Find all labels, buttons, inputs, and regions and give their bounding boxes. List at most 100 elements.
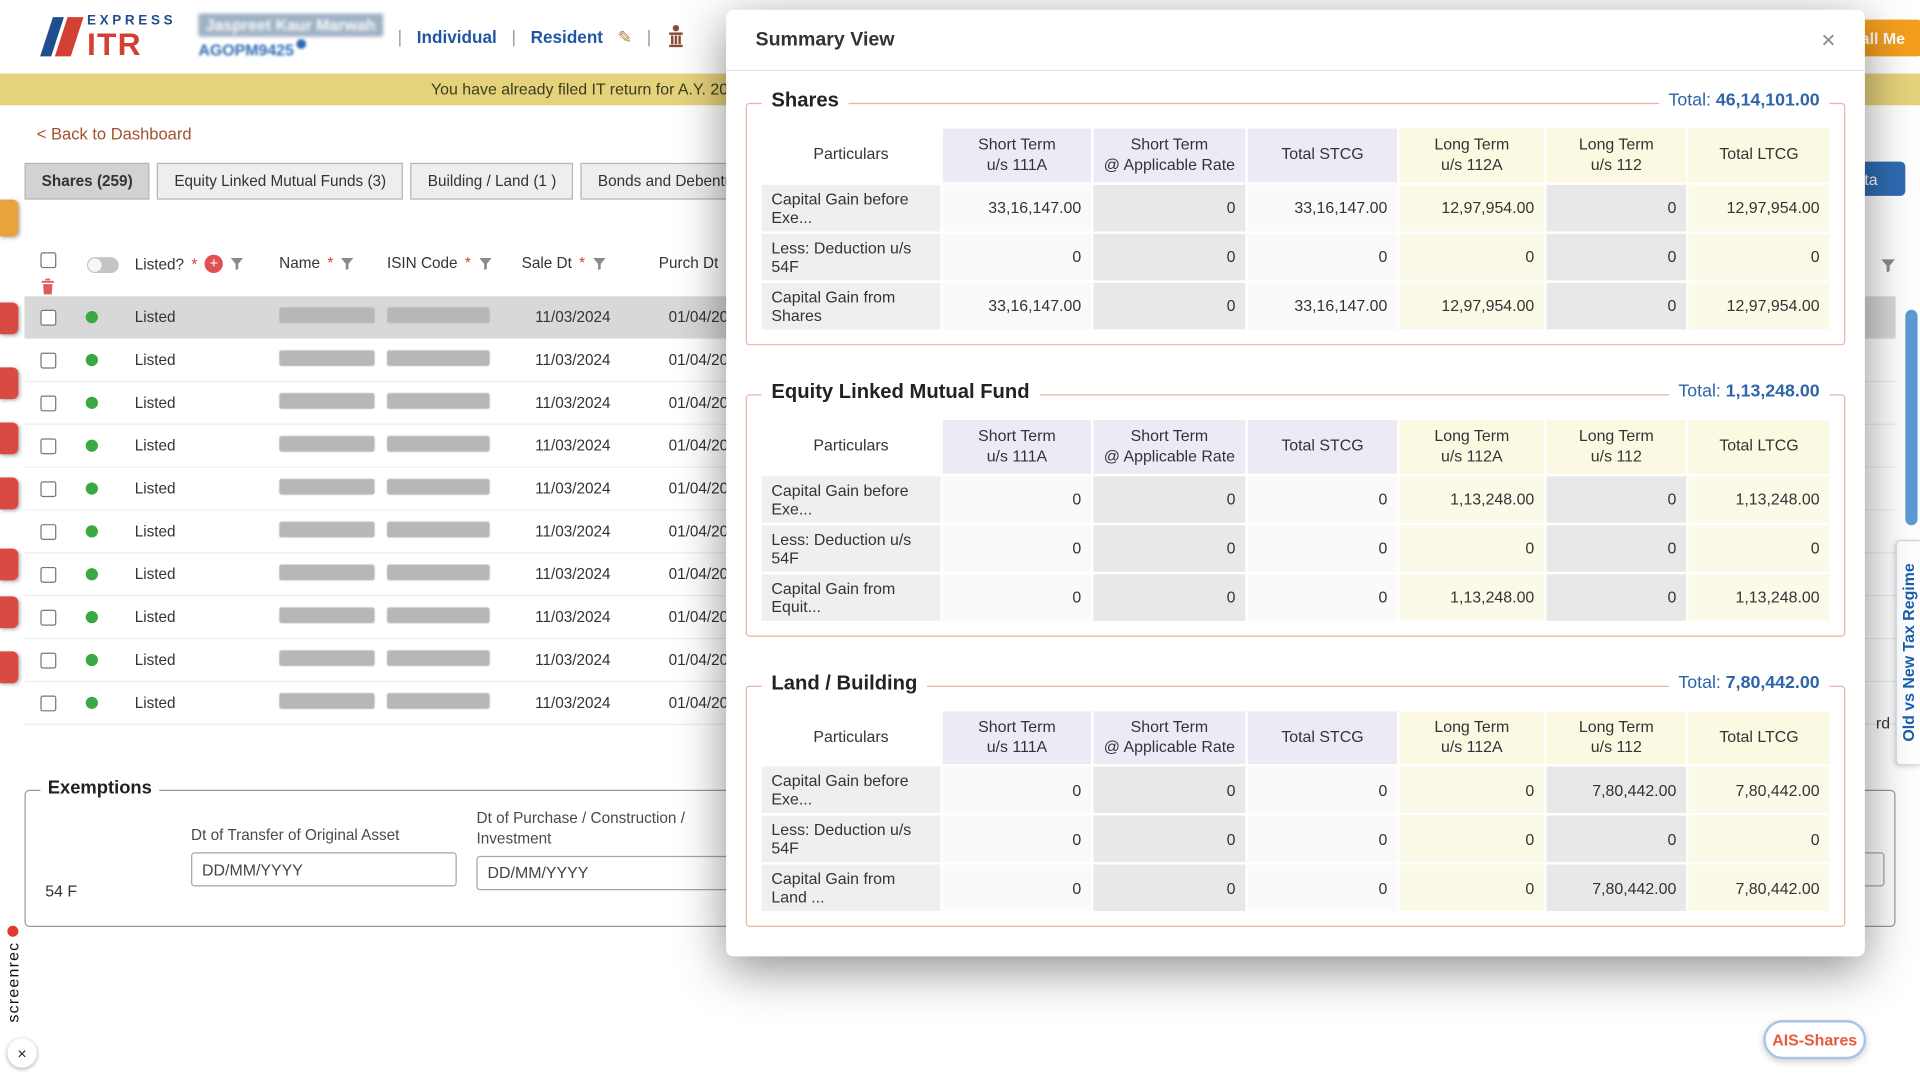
listed-cell: Listed bbox=[135, 394, 279, 411]
back-to-dashboard-link[interactable]: < Back to Dashboard bbox=[37, 125, 192, 143]
summary-row: Capital Gain before Exe... 0 0 0 0 7,80,… bbox=[760, 766, 1830, 815]
summary-row: Capital Gain from Land ... 0 0 0 0 7,80,… bbox=[760, 864, 1830, 913]
row-checkbox[interactable] bbox=[40, 309, 56, 325]
redacted-name bbox=[279, 479, 375, 495]
section-title: Shares bbox=[762, 89, 849, 112]
col-total-stcg: Total STCG bbox=[1247, 710, 1399, 766]
row-checkbox[interactable] bbox=[40, 652, 56, 668]
scrollbar-thumb[interactable] bbox=[1905, 310, 1917, 526]
side-tool-icon[interactable] bbox=[0, 422, 18, 454]
row-checkbox[interactable] bbox=[40, 523, 56, 539]
redacted-isin bbox=[387, 650, 490, 666]
row-checkbox[interactable] bbox=[40, 438, 56, 454]
sale-date-cell: 11/03/2024 bbox=[522, 351, 659, 368]
redacted-name bbox=[279, 564, 375, 580]
close-icon[interactable]: × bbox=[1821, 28, 1835, 52]
section-equity-linked-mutual-fund: Equity Linked Mutual Fund Total: 1,13,24… bbox=[746, 394, 1846, 636]
purchase-date-input[interactable] bbox=[477, 856, 743, 890]
user-block: Jaspreet Kaur Marwah AGOPM9425 bbox=[198, 14, 383, 60]
section-54f-label: 54 F bbox=[45, 882, 77, 900]
record-dot-icon bbox=[7, 926, 18, 937]
row-particulars: Less: Deduction u/s 54F bbox=[760, 524, 941, 573]
section-shares: Shares Total: 46,14,101.00 Particulars S… bbox=[746, 103, 1846, 345]
screenrec-watermark: screenrec bbox=[1, 926, 23, 1023]
row-checkbox[interactable] bbox=[40, 352, 56, 368]
tab-building-land[interactable]: Building / Land (1 ) bbox=[411, 163, 574, 200]
listed-cell: Listed bbox=[135, 523, 279, 540]
section-total: Total: 7,80,442.00 bbox=[1669, 673, 1830, 693]
col-total-stcg: Total STCG bbox=[1247, 127, 1399, 183]
assessee-type-label: Individual bbox=[417, 27, 497, 47]
summary-row: Capital Gain before Exe... 33,16,147.00 … bbox=[760, 183, 1830, 232]
sale-date-cell: 11/03/2024 bbox=[522, 394, 659, 411]
redacted-name bbox=[279, 693, 375, 709]
listed-cell: Listed bbox=[135, 437, 279, 454]
status-dot-icon bbox=[86, 440, 98, 452]
listed-cell: Listed bbox=[135, 694, 279, 711]
logo-itr-text: ITR bbox=[87, 28, 176, 60]
row-checkbox[interactable] bbox=[40, 566, 56, 582]
redacted-name bbox=[279, 522, 375, 538]
row-checkbox[interactable] bbox=[40, 395, 56, 411]
filter-icon[interactable] bbox=[1881, 257, 1896, 279]
filter-icon[interactable] bbox=[230, 257, 243, 270]
side-tool-icon[interactable] bbox=[0, 367, 18, 399]
redacted-name bbox=[279, 650, 375, 666]
redacted-isin bbox=[387, 350, 490, 366]
transfer-date-input[interactable] bbox=[191, 852, 457, 886]
tab-equity-mutual-funds[interactable]: Equity Linked Mutual Funds (3) bbox=[157, 163, 403, 200]
status-dot-icon bbox=[86, 311, 98, 323]
filter-icon[interactable] bbox=[478, 257, 491, 270]
status-dot-icon bbox=[86, 654, 98, 666]
col-short-term-applicable-rate: Short Term@ Applicable Rate bbox=[1092, 710, 1246, 766]
section-title: Equity Linked Mutual Fund bbox=[762, 381, 1040, 404]
summary-row: Less: Deduction u/s 54F 0 0 0 0 0 0 bbox=[760, 524, 1830, 573]
redacted-name bbox=[279, 393, 375, 409]
row-checkbox[interactable] bbox=[40, 481, 56, 497]
col-total-ltcg: Total LTCG bbox=[1687, 419, 1830, 475]
side-tool-icon[interactable] bbox=[0, 549, 18, 581]
redacted-isin bbox=[387, 607, 490, 623]
filter-icon[interactable] bbox=[341, 257, 354, 270]
side-tool-icon[interactable] bbox=[0, 651, 18, 683]
col-total-ltcg: Total LTCG bbox=[1687, 127, 1830, 183]
filter-icon[interactable] bbox=[593, 257, 606, 270]
row-checkbox[interactable] bbox=[40, 609, 56, 625]
app-viewport: EXPRESS ITR Jaspreet Kaur Marwah AGOPM94… bbox=[0, 0, 1920, 1080]
side-tool-icon[interactable] bbox=[0, 200, 18, 237]
listed-cell: Listed bbox=[135, 651, 279, 668]
edit-pencil-icon[interactable]: ✎ bbox=[618, 26, 632, 47]
add-row-icon[interactable]: + bbox=[205, 255, 223, 273]
old-vs-new-tax-regime-button[interactable]: Old vs New Tax Regime bbox=[1896, 540, 1920, 765]
column-name: Name* bbox=[279, 247, 387, 271]
redacted-isin bbox=[387, 479, 490, 495]
ais-shares-button[interactable]: AIS-Shares bbox=[1763, 1020, 1866, 1059]
col-particulars: Particulars bbox=[760, 419, 941, 475]
side-tool-icon[interactable] bbox=[0, 478, 18, 510]
status-dot-icon bbox=[86, 697, 98, 709]
emblem-icon bbox=[666, 24, 686, 48]
column-isin: ISIN Code* bbox=[387, 247, 522, 271]
modal-header: Summary View × bbox=[726, 10, 1865, 71]
status-dot-icon bbox=[86, 525, 98, 537]
select-all-checkbox[interactable] bbox=[40, 252, 56, 268]
sale-date-cell: 11/03/2024 bbox=[522, 480, 659, 497]
redacted-isin bbox=[387, 522, 490, 538]
toggle-switch[interactable] bbox=[87, 257, 119, 273]
side-tool-icon[interactable] bbox=[0, 302, 18, 334]
delete-icon[interactable] bbox=[40, 278, 55, 295]
col-long-term-112: Long Termu/s 112 bbox=[1545, 419, 1687, 475]
summary-row: Capital Gain from Shares 33,16,147.00 0 … bbox=[760, 281, 1830, 330]
summary-table: Particulars Short Termu/s 111A Short Ter… bbox=[759, 708, 1832, 913]
separator: | bbox=[647, 27, 651, 47]
col-long-term-112: Long Termu/s 112 bbox=[1545, 127, 1687, 183]
col-short-term-applicable-rate: Short Term@ Applicable Rate bbox=[1092, 419, 1246, 475]
screenrec-close-icon[interactable]: × bbox=[7, 1038, 36, 1067]
section-title: Land / Building bbox=[762, 672, 927, 695]
row-particulars: Capital Gain from Shares bbox=[760, 281, 941, 330]
row-checkbox[interactable] bbox=[40, 695, 56, 711]
listed-cell: Listed bbox=[135, 309, 279, 326]
col-long-term-112: Long Termu/s 112 bbox=[1545, 710, 1687, 766]
tab-shares[interactable]: Shares (259) bbox=[24, 163, 149, 200]
side-tool-icon[interactable] bbox=[0, 596, 18, 628]
